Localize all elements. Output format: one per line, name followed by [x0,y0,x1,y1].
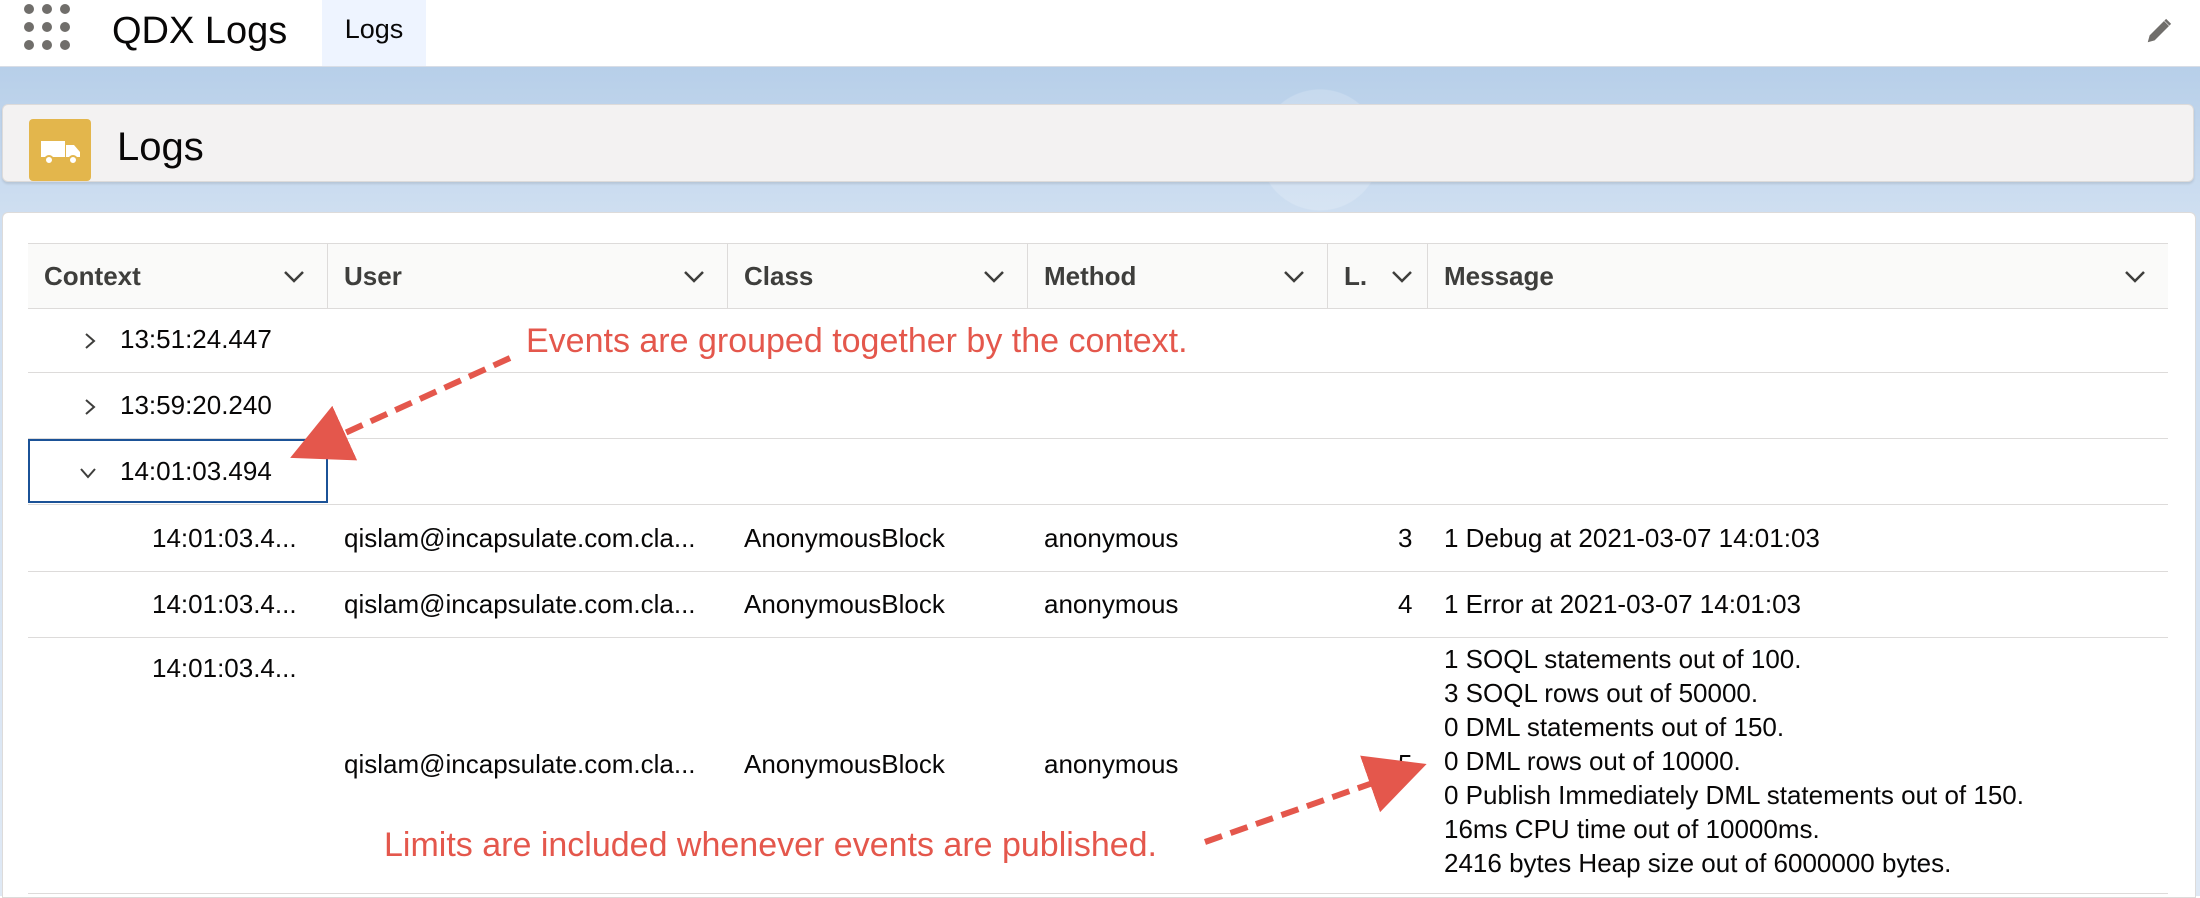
arrow-to-group [290,355,512,461]
arrow-to-limits [1204,755,1427,845]
annotation-arrows [290,355,1427,845]
annotation-groups: Events are grouped together by the conte… [526,322,1188,360]
annotation-limits: Limits are included whenever events are … [384,826,1158,864]
